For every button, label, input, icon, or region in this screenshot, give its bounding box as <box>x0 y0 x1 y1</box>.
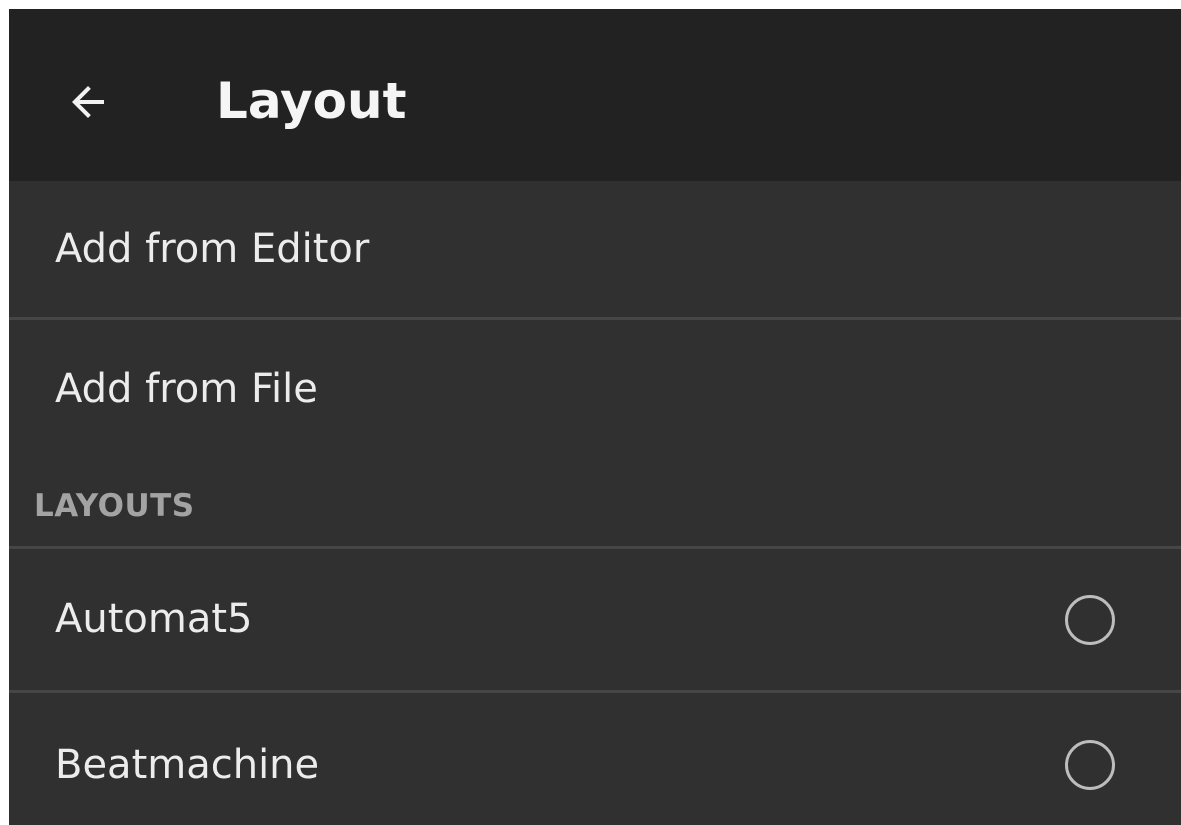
add-from-editor-label: Add from Editor <box>55 226 370 272</box>
settings-list: Add from Editor Add from File LAYOUTS Au… <box>9 181 1181 825</box>
page-title: Layout <box>216 72 407 130</box>
add-from-file-label: Add from File <box>55 366 318 412</box>
add-from-file-item[interactable]: Add from File <box>9 320 1181 458</box>
radio-unchecked-icon[interactable] <box>1065 740 1115 790</box>
layout-item-beatmachine[interactable]: Beatmachine <box>9 693 1181 825</box>
layouts-section-header: LAYOUTS <box>34 488 195 524</box>
layout-screen: Layout Add from Editor Add from File LAY… <box>9 9 1181 825</box>
layout-item-label: Automat5 <box>55 596 253 642</box>
layout-item-automat5[interactable]: Automat5 <box>9 549 1181 690</box>
layout-item-label: Beatmachine <box>55 742 320 788</box>
radio-unchecked-icon[interactable] <box>1065 595 1115 645</box>
back-button[interactable] <box>55 69 121 135</box>
arrow-left-icon <box>72 86 104 118</box>
add-from-editor-item[interactable]: Add from Editor <box>9 181 1181 317</box>
app-bar: Layout <box>9 9 1181 181</box>
